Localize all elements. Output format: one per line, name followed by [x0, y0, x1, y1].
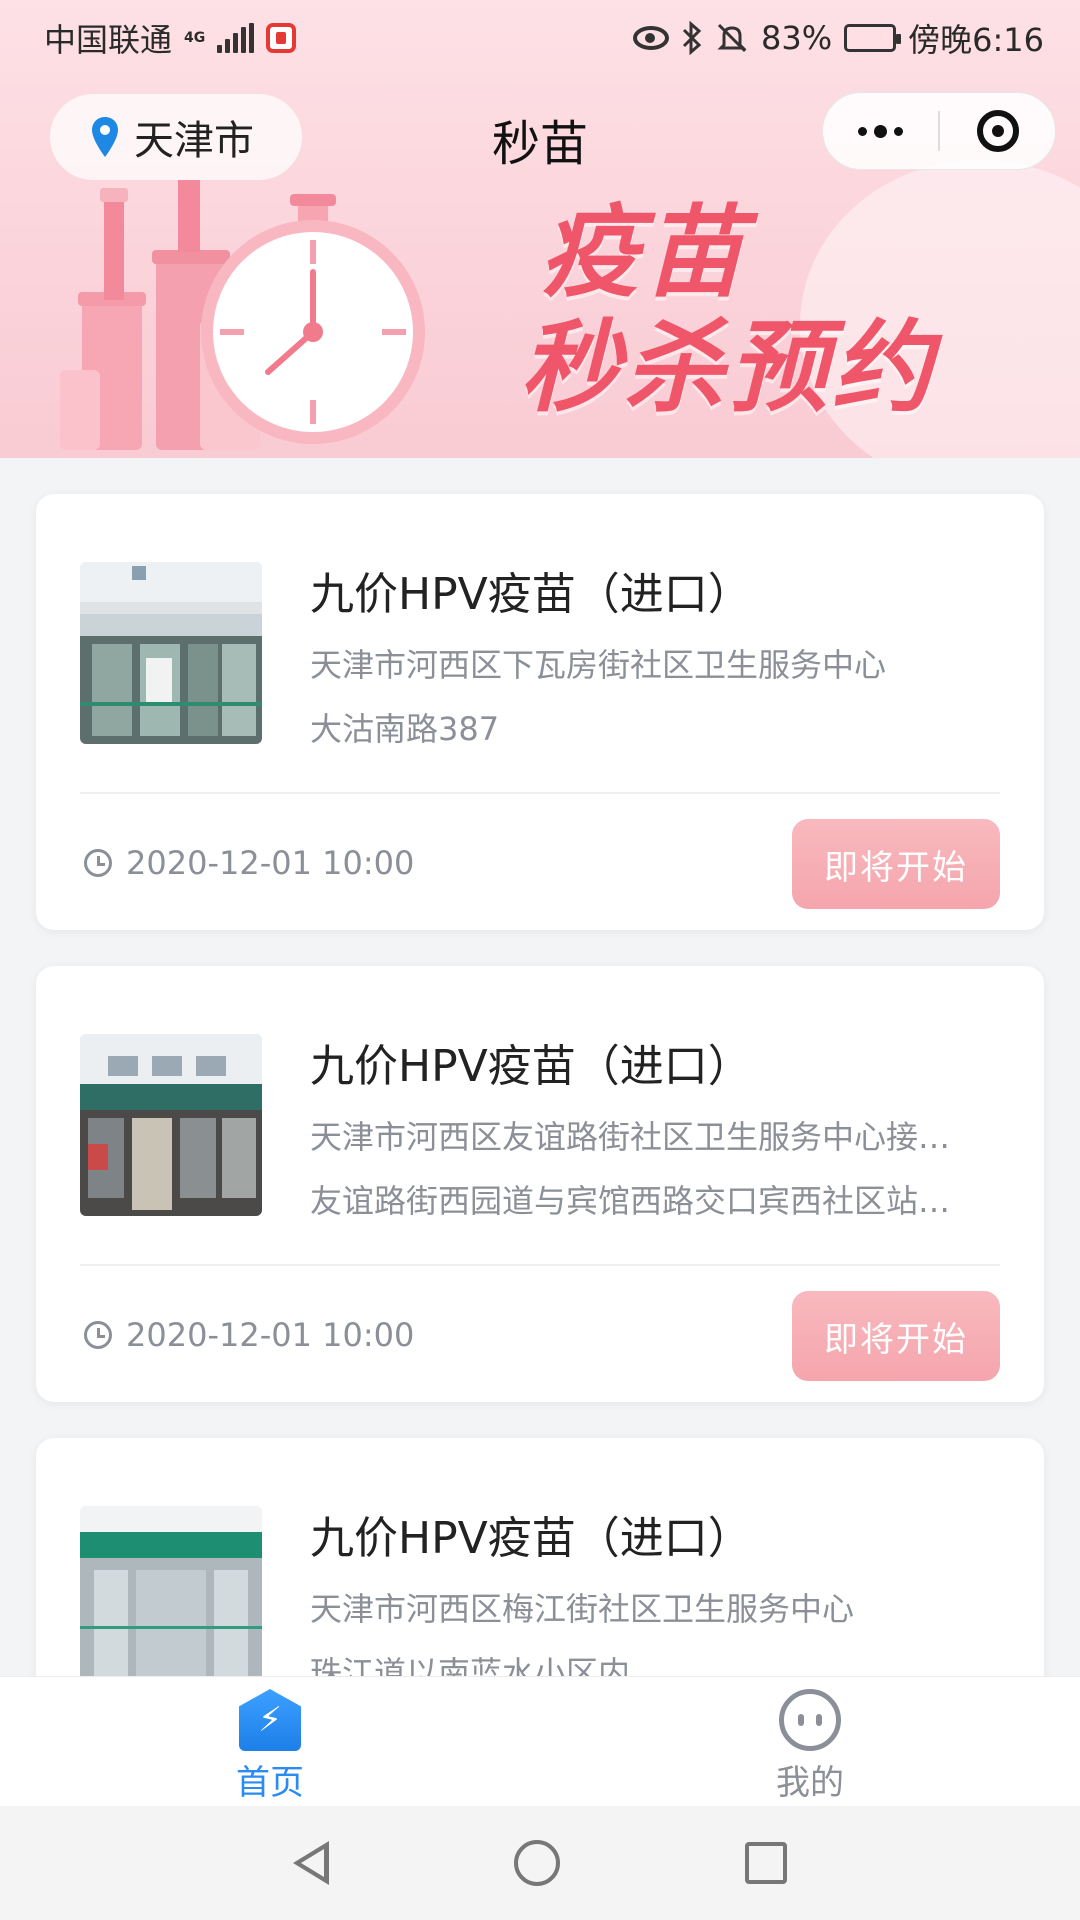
- bluetooth-icon: [682, 21, 702, 55]
- vaccine-name: 九价HPV疫苗（进口）: [310, 1041, 752, 1092]
- clinic-photo: [80, 562, 262, 744]
- more-button[interactable]: [823, 93, 938, 169]
- network-type-label: 4G: [184, 30, 206, 46]
- clinic-photo: [80, 1506, 262, 1688]
- status-bar: 中国联通 4G 83% 傍晚6:16: [0, 0, 1080, 76]
- banner-title-line2: 秒杀预约: [520, 309, 936, 426]
- start-time-text: 2020-12-01 10:00: [126, 844, 415, 882]
- battery-percent: 83%: [761, 19, 833, 57]
- card-divider: [80, 1264, 1000, 1266]
- clinic-name: 天津市河西区下瓦房街社区卫生服务中心: [310, 646, 887, 684]
- target-icon: [976, 110, 1019, 152]
- bottom-tab-bar: ⚡ 首页 我的: [0, 1676, 1080, 1806]
- vaccine-card[interactable]: 九价HPV疫苗（进口） 天津市河西区下瓦房街社区卫生服务中心 大沽南路387 2…: [36, 494, 1044, 930]
- card-divider: [80, 792, 1000, 794]
- system-nav-bar: [0, 1806, 1080, 1920]
- status-bar-right: 83% 傍晚6:16: [633, 15, 1044, 61]
- notification-app-icon: [266, 23, 297, 53]
- signal-icon: [217, 23, 255, 53]
- clock-icon: [84, 1321, 112, 1349]
- clinic-name: 天津市河西区梅江街社区卫生服务中心: [310, 1590, 855, 1628]
- start-time: 2020-12-01 10:00: [84, 844, 414, 882]
- start-time-text: 2020-12-01 10:00: [126, 1316, 415, 1354]
- start-time: 2020-12-01 10:00: [84, 1316, 414, 1354]
- coming-soon-button[interactable]: 即将开始: [792, 819, 1000, 909]
- banner-title-line1: 疫苗: [540, 194, 748, 311]
- battery-icon: [844, 24, 902, 52]
- vaccine-name: 九价HPV疫苗（进口）: [310, 1513, 752, 1564]
- miniprogram-capsule: [822, 92, 1056, 170]
- clinic-name: 天津市河西区友谊路街社区卫生服务中心接…: [310, 1118, 951, 1156]
- close-miniprogram-button[interactable]: [940, 93, 1055, 169]
- tab-home-label: 首页: [236, 1763, 304, 1803]
- tab-home[interactable]: ⚡ 首页: [0, 1677, 540, 1806]
- lightning-home-icon: ⚡: [239, 1689, 301, 1751]
- clock-icon: [84, 849, 112, 877]
- hero-banner: 中国联通 4G 83% 傍晚6:16 天津市 秒苗 疫苗 秒杀预约: [0, 0, 1080, 458]
- tab-mine[interactable]: 我的: [540, 1677, 1080, 1806]
- stopwatch-vaccine-illustration: [60, 180, 425, 450]
- profile-face-icon: [779, 1689, 841, 1751]
- home-circle-icon[interactable]: [513, 1840, 560, 1886]
- banner-title: 疫苗 秒杀预约: [520, 198, 1040, 428]
- clinic-address: 友谊路街西园道与宾馆西路交口宾西社区站…: [310, 1182, 951, 1220]
- status-bar-left: 中国联通 4G: [44, 15, 297, 61]
- back-triangle-icon[interactable]: [292, 1841, 329, 1885]
- vaccine-card[interactable]: 九价HPV疫苗（进口） 天津市河西区友谊路街社区卫生服务中心接… 友谊路街西园道…: [36, 966, 1044, 1402]
- clinic-address: 大沽南路387: [310, 710, 500, 748]
- carrier-label: 中国联通: [44, 21, 173, 59]
- clinic-photo: [80, 1034, 262, 1216]
- more-dots-icon: [858, 124, 903, 138]
- coming-soon-button[interactable]: 即将开始: [792, 1291, 1000, 1381]
- recent-apps-square-icon[interactable]: [745, 1842, 788, 1884]
- vaccine-name: 九价HPV疫苗（进口）: [310, 569, 752, 620]
- mute-bell-icon: [717, 23, 747, 53]
- eye-comfort-icon: [633, 26, 669, 50]
- tab-mine-label: 我的: [776, 1763, 844, 1803]
- clock-time: 傍晚6:16: [908, 21, 1044, 59]
